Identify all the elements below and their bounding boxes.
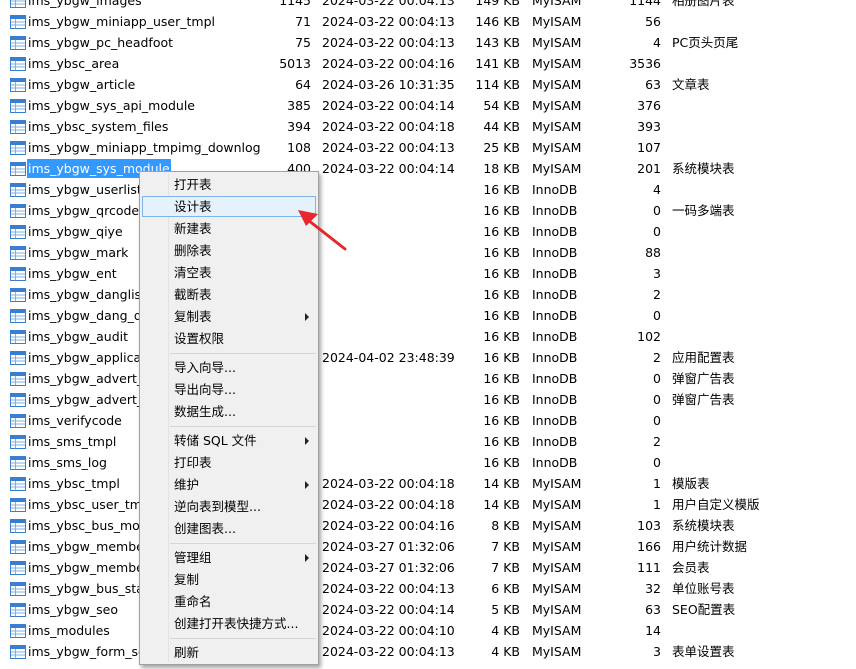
- arrow-shaft: [306, 218, 347, 251]
- annotation-arrow: [298, 210, 347, 251]
